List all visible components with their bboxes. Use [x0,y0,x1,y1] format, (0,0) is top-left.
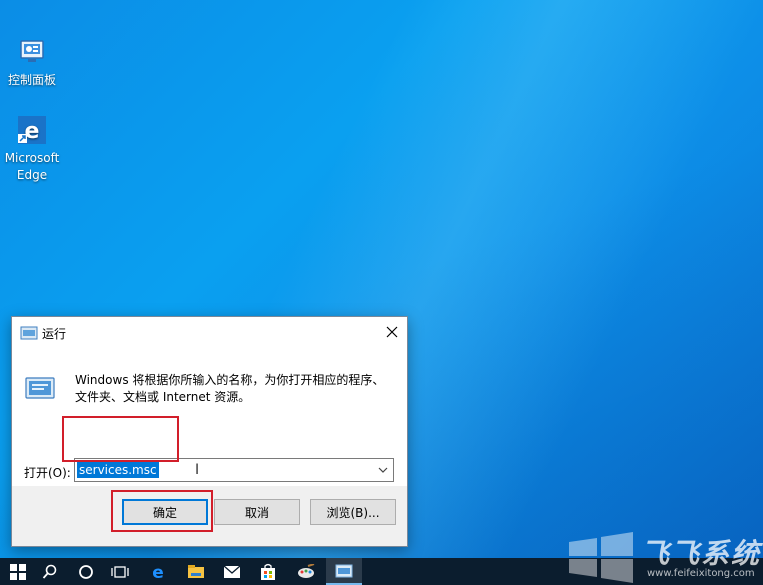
dialog-description: Windows 将根据你所输入的名称，为你打开相应的程序、文件夹、文档或 Int… [75,373,385,404]
taskbar-search-button[interactable] [32,558,68,585]
dialog-titlebar[interactable]: 运行 [12,317,407,348]
taskbar-edge-button[interactable]: e [140,558,176,585]
run-program-icon [25,377,55,399]
run-icon [335,564,353,577]
svg-text:e: e [152,563,164,581]
desktop-icon-label: 控制面板 [7,73,56,87]
run-command-input[interactable]: services.msc Ι [74,458,394,482]
watermark-url: www.feifeixitong.com [647,568,755,579]
watermark: 飞飞系统 www.feifeixitong.com [563,528,763,585]
taskbar-mail-button[interactable] [214,558,250,585]
cancel-button[interactable]: 取消 [214,499,300,525]
dialog-title: 运行 [42,327,67,341]
file-explorer-icon [188,564,204,578]
watermark-text: 飞飞系统 [641,537,762,570]
store-icon [261,563,275,580]
input-selected-text: services.msc [77,462,159,478]
desktop-icon-edge[interactable]: e Microsoft Edge [0,114,64,184]
start-button[interactable] [0,558,36,585]
close-button[interactable] [377,317,407,347]
windows-logo-watermark [569,532,633,583]
close-icon [386,326,398,338]
paint-icon [298,563,315,578]
open-label: 打开(O): [24,466,71,480]
taskbar-task-view-button[interactable] [102,558,138,585]
edge-shortcut-icon: e [18,116,46,144]
taskbar-store-button[interactable] [250,558,286,585]
run-dialog: 运行 Windows 将根据你所输入的名称，为你打开相应的程序、文件夹、文档或 … [11,316,408,547]
browse-button[interactable]: 浏览(B)... [310,499,396,525]
edge-icon: e [152,563,164,581]
desktop-icon-control-panel[interactable]: 控制面板 [0,36,64,89]
ok-button[interactable]: 确定 [122,499,208,525]
taskbar-run-button[interactable] [326,558,362,585]
run-title-icon [20,326,38,340]
chevron-down-icon[interactable] [377,464,389,476]
taskbar-paint-button[interactable] [288,558,324,585]
cortana-icon [79,564,93,579]
desktop-icon-label: Microsoft Edge [4,151,60,182]
text-cursor-icon: Ι [195,462,200,478]
dialog-footer: 确定 取消 浏览(B)... [12,486,407,546]
mail-icon [223,565,241,578]
control-panel-icon [20,40,44,62]
windows-start-icon [10,563,26,580]
task-view-icon [111,565,129,578]
taskbar-file-explorer-button[interactable] [178,558,214,585]
search-icon [42,564,57,579]
dialog-body: Windows 将根据你所输入的名称，为你打开相应的程序、文件夹、文档或 Int… [12,348,407,486]
taskbar-cortana-button[interactable] [68,558,104,585]
